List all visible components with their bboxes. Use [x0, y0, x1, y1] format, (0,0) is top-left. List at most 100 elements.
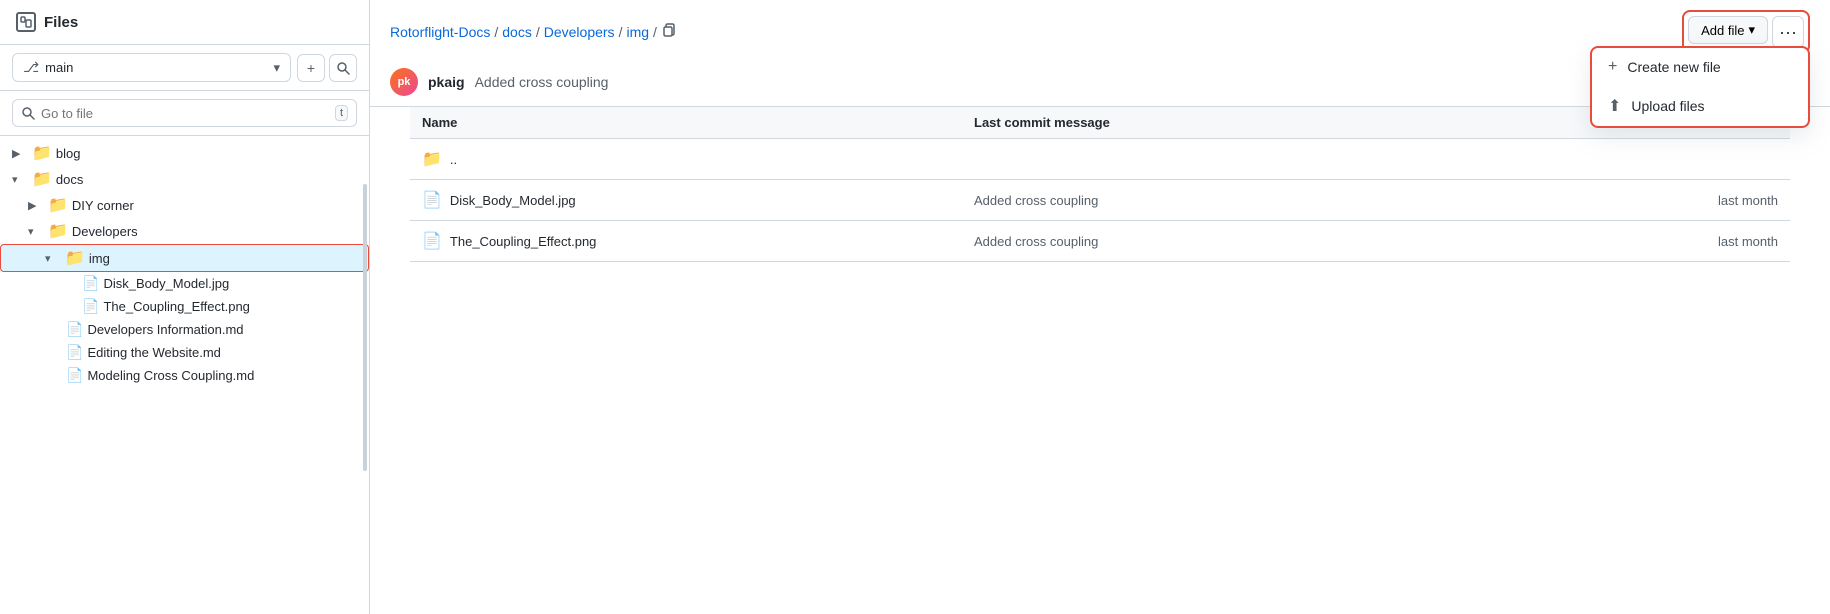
search-box: t — [0, 91, 369, 136]
plus-icon: + — [1608, 58, 1617, 76]
breadcrumb-developers[interactable]: Developers — [544, 24, 615, 40]
commit-author[interactable]: pkaig — [428, 74, 465, 90]
file-icon: 📄 — [422, 190, 442, 210]
search-input[interactable] — [41, 106, 329, 121]
tree-item-developers[interactable]: ▾ 📁 Developers — [0, 218, 369, 244]
chevron-down-icon: ▾ — [28, 225, 44, 238]
folder-icon: 📁 — [65, 248, 85, 268]
breadcrumb-repo[interactable]: Rotorflight-Docs — [390, 24, 490, 40]
upload-icon: ⬆ — [1608, 96, 1621, 116]
tree-label: Editing the Website.md — [87, 345, 357, 360]
new-branch-button[interactable]: + — [297, 54, 325, 82]
file-row-name: 📁 .. — [422, 149, 950, 169]
sidebar-header: Files — [0, 0, 369, 45]
folder-icon: 📁 — [48, 221, 68, 241]
commit-msg-cell: Added cross coupling — [962, 180, 1514, 221]
file-link[interactable]: Disk_Body_Model.jpg — [450, 193, 576, 208]
file-row-name: 📄 The_Coupling_Effect.png — [422, 231, 950, 251]
commit-date-cell: last month — [1514, 180, 1790, 221]
col-commit: Last commit message — [962, 107, 1514, 139]
tree-item-modeling-cross[interactable]: ▶ 📄 Modeling Cross Coupling.md — [0, 364, 369, 387]
sidebar: Files ⎇ main ▾ + t — [0, 0, 370, 614]
chevron-down-icon: ▾ — [273, 60, 280, 76]
tree-label: Modeling Cross Coupling.md — [87, 368, 357, 383]
folder-icon: 📁 — [48, 195, 68, 215]
add-file-dropdown: + Create new file ⬆ Upload files — [1590, 46, 1810, 128]
upload-files-item[interactable]: ⬆ Upload files — [1592, 86, 1808, 126]
main-topbar: Rotorflight-Docs / docs / Developers / i… — [370, 0, 1830, 58]
more-options-button[interactable]: ··· — [1772, 16, 1804, 48]
create-new-file-label: Create new file — [1627, 59, 1720, 75]
sidebar-title: Files — [44, 14, 353, 31]
tree-label: Developers — [72, 224, 357, 239]
upload-files-label: Upload files — [1631, 98, 1704, 114]
tree-area: ▶ 📁 blog ▾ 📁 docs ▶ 📁 DIY corner ▾ 📁 Dev… — [0, 136, 369, 614]
search-wrap: t — [12, 99, 357, 127]
branch-actions: + — [297, 54, 357, 82]
chevron-right-icon: ▶ — [28, 199, 44, 212]
tree-item-docs[interactable]: ▾ 📁 docs — [0, 166, 369, 192]
avatar: pk — [390, 68, 418, 96]
commit-message: Added cross coupling — [475, 74, 609, 90]
file-icon: 📄 — [66, 344, 83, 361]
file-table-wrap: Name Last commit message Last commit dat… — [370, 107, 1830, 614]
breadcrumb-sep3: / — [619, 24, 623, 40]
table-row: 📄 The_Coupling_Effect.png Added cross co… — [410, 221, 1790, 262]
search-icon — [21, 106, 35, 120]
chevron-right-icon: ▶ — [12, 147, 28, 160]
tree-item-blog[interactable]: ▶ 📁 blog — [0, 140, 369, 166]
branch-dropdown[interactable]: ⎇ main ▾ — [12, 53, 291, 82]
search-files-button[interactable] — [329, 54, 357, 82]
file-icon: 📄 — [66, 321, 83, 338]
file-icon: 📄 — [422, 231, 442, 251]
commit-date-cell: last month — [1514, 221, 1790, 262]
create-new-file-item[interactable]: + Create new file — [1592, 48, 1808, 86]
add-file-label: Add file — [1701, 23, 1744, 38]
tree-item-editing-website[interactable]: ▶ 📄 Editing the Website.md — [0, 341, 369, 364]
branch-icon: ⎇ — [23, 59, 39, 76]
col-name: Name — [410, 107, 962, 139]
parent-dir-link[interactable]: .. — [450, 152, 457, 167]
more-icon: ··· — [1779, 22, 1797, 43]
file-icon: 📄 — [66, 367, 83, 384]
breadcrumb-img[interactable]: img — [626, 24, 649, 40]
breadcrumb: Rotorflight-Docs / docs / Developers / i… — [390, 22, 1674, 43]
folder-icon: 📁 — [32, 169, 52, 189]
chevron-down-icon: ▾ — [12, 173, 28, 186]
commit-msg-cell: Added cross coupling — [962, 221, 1514, 262]
chevron-down-icon: ▾ — [1748, 22, 1755, 38]
add-file-area: Add file ▾ ··· + Create new file ⬆ Uploa… — [1682, 10, 1810, 54]
toolbar: Add file ▾ ··· + Create new file ⬆ Uploa… — [1682, 10, 1810, 54]
file-icon: 📄 — [82, 275, 99, 292]
tree-item-diy-corner[interactable]: ▶ 📁 DIY corner — [0, 192, 369, 218]
file-table: Name Last commit message Last commit dat… — [410, 107, 1790, 262]
table-row: 📁 .. — [410, 139, 1790, 180]
files-icon — [16, 12, 36, 32]
tree-label: Disk_Body_Model.jpg — [103, 276, 357, 291]
tree-item-img[interactable]: ▾ 📁 img — [0, 244, 369, 272]
breadcrumb-sep1: / — [494, 24, 498, 40]
branch-selector: ⎇ main ▾ + — [0, 45, 369, 91]
breadcrumb-sep2: / — [536, 24, 540, 40]
add-file-button[interactable]: Add file ▾ — [1688, 16, 1768, 44]
tree-label: DIY corner — [72, 198, 357, 213]
tree-label: docs — [56, 172, 357, 187]
breadcrumb-sep4: / — [653, 24, 657, 40]
chevron-down-icon: ▾ — [45, 252, 61, 265]
tree-item-disk-body[interactable]: ▶ 📄 Disk_Body_Model.jpg — [0, 272, 369, 295]
file-row-name: 📄 Disk_Body_Model.jpg — [422, 190, 950, 210]
tree-item-coupling-effect[interactable]: ▶ 📄 The_Coupling_Effect.png — [0, 295, 369, 318]
breadcrumb-docs[interactable]: docs — [502, 24, 532, 40]
table-row: 📄 Disk_Body_Model.jpg Added cross coupli… — [410, 180, 1790, 221]
tree-label: blog — [56, 146, 357, 161]
folder-icon: 📁 — [422, 149, 442, 169]
scrollbar[interactable] — [363, 184, 367, 471]
copy-path-button[interactable] — [661, 22, 677, 43]
search-shortcut: t — [335, 105, 348, 121]
tree-label: Developers Information.md — [87, 322, 357, 337]
file-link[interactable]: The_Coupling_Effect.png — [450, 234, 596, 249]
tree-item-dev-info[interactable]: ▶ 📄 Developers Information.md — [0, 318, 369, 341]
folder-icon: 📁 — [32, 143, 52, 163]
main-content: Rotorflight-Docs / docs / Developers / i… — [370, 0, 1830, 614]
branch-name: main — [45, 60, 73, 75]
